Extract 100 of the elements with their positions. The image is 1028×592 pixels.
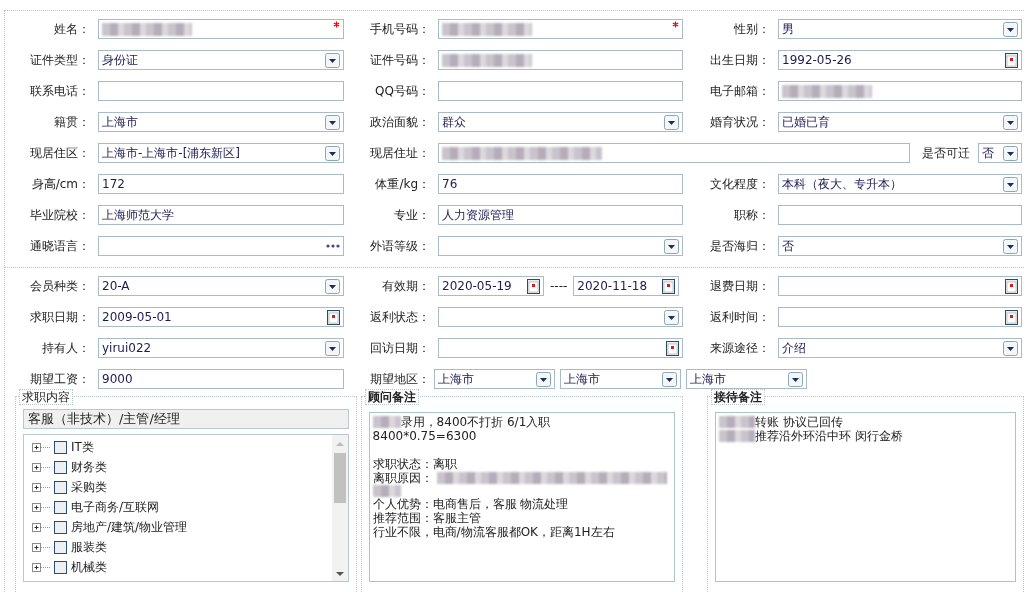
calendar-icon[interactable] (527, 278, 540, 294)
note-line: 推荐沿外环沿中环 闵行金桥 (755, 429, 904, 443)
checkbox[interactable] (54, 480, 67, 494)
dropdown-field[interactable]: 本科（夜大、专升本） (778, 174, 1022, 194)
dropdown-button[interactable] (1003, 114, 1018, 130)
checkbox[interactable] (54, 540, 67, 554)
dropdown-field[interactable]: 上海市 (98, 112, 344, 132)
text-field[interactable] (778, 81, 1022, 101)
tree-item-label[interactable]: 财务类 (71, 458, 107, 476)
date-field[interactable]: 2020-11-18 (573, 276, 680, 296)
calendar-icon[interactable] (1005, 309, 1018, 325)
dropdown-field[interactable]: 男 (778, 19, 1022, 39)
tree-item-label[interactable]: IT类 (71, 438, 94, 456)
scrollbar[interactable] (331, 435, 348, 581)
date-field[interactable]: 2020-05-19 (438, 276, 544, 296)
dropdown-field[interactable]: 已婚已育 (778, 112, 1022, 132)
expand-icon[interactable] (32, 562, 50, 572)
expand-icon[interactable] (32, 542, 50, 552)
tree-item-label[interactable]: 房地产/建筑/物业管理 (71, 518, 188, 536)
text-field[interactable] (438, 50, 683, 70)
selection-field[interactable]: 客服（非技术）/主管/经理 (23, 409, 349, 429)
dropdown-button[interactable] (788, 371, 803, 387)
dropdown-field[interactable]: 身份证 (98, 50, 344, 70)
note-line: 转账 协议已回传 (755, 415, 844, 429)
dropdown-field[interactable]: 上海市 (434, 369, 555, 389)
field-label: 身高/cm： (30, 176, 90, 193)
text-field[interactable] (778, 205, 1022, 225)
dropdown-button[interactable] (325, 52, 340, 68)
field-label: 返利状态： (369, 309, 430, 326)
field-label: 持有人： (41, 340, 90, 357)
dropdown-field[interactable]: 上海市-上海市-[浦东新区] (98, 143, 344, 163)
dropdown-field[interactable]: 上海市 (560, 369, 681, 389)
text-field[interactable] (98, 81, 344, 101)
text-field[interactable] (438, 81, 683, 101)
expand-icon[interactable] (32, 442, 50, 452)
field-label: 体重/kg： (374, 176, 430, 193)
expand-icon[interactable] (32, 482, 50, 492)
field-label: 文化程度： (709, 176, 770, 193)
dropdown-button[interactable] (1003, 238, 1018, 254)
date-field[interactable] (778, 276, 1022, 296)
calendar-icon[interactable] (666, 340, 679, 356)
dropdown-button[interactable] (662, 371, 677, 387)
lookup-field[interactable] (98, 236, 344, 256)
text-field[interactable] (438, 19, 683, 39)
dropdown-button[interactable] (664, 238, 679, 254)
dropdown-button[interactable] (536, 371, 551, 387)
text-field[interactable] (438, 143, 910, 163)
dropdown-button[interactable] (664, 309, 679, 325)
checkbox[interactable] (54, 460, 67, 474)
dropdown-field[interactable]: 介绍 (778, 338, 1022, 358)
date-field[interactable] (778, 307, 1022, 327)
dropdown-field[interactable]: 否 (978, 143, 1022, 163)
dropdown-field[interactable]: 20-A (98, 276, 344, 296)
text-field[interactable]: 上海师范大学 (98, 205, 344, 225)
more-icon[interactable] (326, 243, 340, 249)
dropdown-button[interactable] (1003, 176, 1018, 192)
date-field[interactable]: 2009-05-01 (98, 307, 344, 327)
redacted-block (372, 416, 401, 428)
checkbox[interactable] (54, 520, 67, 534)
dropdown-field[interactable]: 上海市 (686, 369, 807, 389)
text-field[interactable] (98, 19, 344, 39)
tree-item-label[interactable]: 电子商务/互联网 (71, 498, 160, 516)
text-field[interactable]: 76 (438, 174, 683, 194)
date-field[interactable] (438, 338, 683, 358)
checkbox[interactable] (54, 560, 67, 574)
calendar-icon[interactable] (662, 278, 676, 294)
dropdown-button[interactable] (325, 145, 340, 161)
tree-item-label[interactable]: 采购类 (71, 478, 107, 496)
calendar-icon[interactable] (327, 309, 340, 325)
dropdown-field[interactable]: yirui022 (98, 338, 344, 358)
text-field[interactable]: 9000 (98, 369, 344, 389)
tree-item-label[interactable]: 机械类 (71, 558, 107, 576)
dropdown-button[interactable] (664, 114, 679, 130)
dropdown-button[interactable] (1003, 21, 1018, 37)
dropdown-field[interactable]: 否 (778, 236, 1022, 256)
expand-icon[interactable] (32, 462, 50, 472)
panel-title: 顾问备注 (364, 389, 419, 405)
checkbox[interactable] (54, 500, 67, 514)
dropdown-button[interactable] (1003, 145, 1018, 161)
dropdown-field[interactable]: 群众 (438, 112, 683, 132)
notes-field[interactable]: 录用，8400不打折 6/1入职 8400*0.75=6300 求职状态：离职 离职原因： 个人优势：电商售后，客服 物流处理 推荐范围：客服主管 行业不限，电商/物流客服都OK，距离1H左右 (368, 412, 676, 582)
text-field[interactable]: 人力资源管理 (438, 205, 683, 225)
expand-icon[interactable] (32, 522, 50, 532)
note-line: 离职原因： (372, 471, 433, 485)
tree-item-label[interactable]: 服装类 (71, 538, 107, 556)
text-field[interactable]: 172 (98, 174, 344, 194)
calendar-icon[interactable] (1005, 52, 1018, 68)
field-label: 期望地区： (369, 371, 430, 388)
expand-icon[interactable] (32, 502, 50, 512)
dropdown-button[interactable] (325, 278, 340, 294)
dropdown-field[interactable] (438, 307, 683, 327)
date-field[interactable]: 1992-05-26 (778, 50, 1022, 70)
checkbox[interactable] (54, 440, 67, 454)
calendar-icon[interactable] (1005, 278, 1018, 294)
dropdown-field[interactable] (438, 236, 683, 256)
dropdown-button[interactable] (1003, 340, 1018, 356)
field-label: QQ号码： (374, 83, 430, 100)
notes-field[interactable]: 转账 协议已回传 推荐沿外环沿中环 闵行金桥 (715, 412, 1016, 582)
dropdown-button[interactable] (325, 340, 340, 356)
dropdown-button[interactable] (325, 114, 340, 130)
